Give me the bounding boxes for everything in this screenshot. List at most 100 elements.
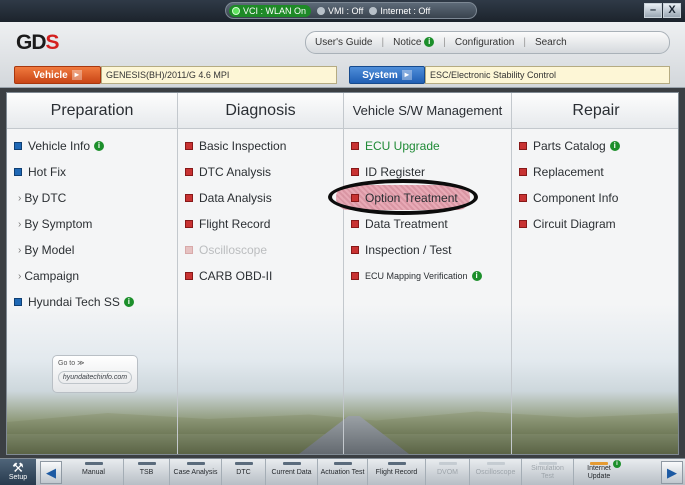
setup-button[interactable]: ⚒ Setup (0, 459, 36, 485)
info-badge-icon: i (471, 271, 482, 281)
info-badge-icon: i (424, 37, 435, 48)
column-title: Vehicle S/W Management (344, 93, 511, 129)
search-link[interactable]: Search (526, 37, 576, 48)
users-guide-link[interactable]: User's Guide (306, 37, 382, 48)
tool-case-analysis[interactable]: Case Analysis (170, 459, 222, 485)
column-title: Diagnosis (178, 93, 343, 129)
tool-tsb[interactable]: TSB (124, 459, 170, 485)
arrow-right-icon: ▸ (71, 70, 82, 80)
bullet-icon (185, 246, 193, 254)
menu-item-by-dtc[interactable]: › By DTC (7, 185, 177, 211)
bullet-icon (185, 194, 193, 202)
bullet-icon (185, 220, 193, 228)
bullet-icon (519, 220, 527, 228)
bullet-icon (351, 168, 359, 176)
menu-item-vehicle-info[interactable]: Vehicle Info i (7, 133, 177, 159)
menu-item-dtc-analysis[interactable]: DTC Analysis (178, 159, 343, 185)
title-bar: VCI : WLAN On VMI : Off Internet : Off –… (0, 0, 685, 22)
column-title: Repair (512, 93, 678, 129)
toolbar-next-button[interactable]: ▶ (661, 461, 683, 484)
tool-flight-record[interactable]: Flight Record (368, 459, 426, 485)
internet-status: Internet : Off (369, 6, 430, 16)
bullet-icon (14, 168, 22, 176)
bullet-icon (185, 168, 193, 176)
menu-item-hyundai-tech-ss[interactable]: Hyundai Tech SS i (7, 289, 177, 315)
bullet-icon (519, 142, 527, 150)
bullet-icon (351, 220, 359, 228)
sub-arrow-icon: › (18, 270, 22, 282)
vehicle-field[interactable]: GENESIS(BH)/2011/G 4.6 MPI (101, 66, 337, 84)
bullet-icon (185, 142, 193, 150)
bullet-icon (351, 246, 359, 254)
window-controls: – X (643, 3, 681, 18)
tool-simulation-test: Simulation Test (522, 459, 574, 485)
info-badge-icon: i (609, 141, 620, 151)
menu-item-carb-obd-ii[interactable]: CARB OBD-II (178, 263, 343, 289)
bottom-toolbar: ⚒ Setup ◀ Manual TSB Case Analysis DTC C… (0, 458, 685, 485)
tool-current-data[interactable]: Current Data (266, 459, 318, 485)
vci-status-icon (232, 6, 240, 15)
menu-item-by-model[interactable]: › By Model (7, 237, 177, 263)
menu-item-data-treatment[interactable]: Data Treatment (344, 211, 511, 237)
menu-item-data-analysis[interactable]: Data Analysis (178, 185, 343, 211)
preparation-column: Preparation Vehicle Info i Hot Fix › By … (7, 93, 178, 454)
connection-status-bar: VCI : WLAN On VMI : Off Internet : Off (225, 2, 477, 19)
menu-item-oscilloscope: Oscilloscope (178, 237, 343, 263)
menu-item-basic-inspection[interactable]: Basic Inspection (178, 133, 343, 159)
bullet-icon (351, 194, 359, 202)
column-title: Preparation (7, 93, 177, 129)
sub-arrow-icon: › (18, 244, 22, 256)
vci-status: VCI : WLAN On (229, 4, 312, 17)
tool-oscilloscope: Oscilloscope (470, 459, 522, 485)
info-badge-icon: i (94, 141, 105, 151)
info-badge-icon: i (123, 297, 134, 307)
notice-link[interactable]: Notice i (384, 37, 443, 48)
toolbar-prev-button[interactable]: ◀ (40, 461, 62, 484)
menu-item-campaign[interactable]: › Campaign (7, 263, 177, 289)
close-button[interactable]: X (663, 3, 681, 18)
hyundai-techinfo-link[interactable]: Go to ≫ hyundaitechinfo.com (52, 355, 138, 393)
diagnosis-column: Diagnosis Basic Inspection DTC Analysis … (178, 93, 344, 454)
tool-internet-update[interactable]: Internet Update i (574, 459, 624, 485)
menu-item-parts-catalog[interactable]: Parts Catalog i (512, 133, 678, 159)
bullet-icon (14, 298, 22, 306)
menu-item-flight-record[interactable]: Flight Record (178, 211, 343, 237)
configuration-link[interactable]: Configuration (446, 37, 523, 48)
app-header: GDS User's Guide | Notice i | Configurat… (0, 22, 685, 88)
menu-item-hot-fix[interactable]: Hot Fix (7, 159, 177, 185)
menu-item-inspection-test[interactable]: Inspection / Test (344, 237, 511, 263)
tool-actuation-test[interactable]: Actuation Test (318, 459, 368, 485)
system-field[interactable]: ESC/Electronic Stability Control (425, 66, 670, 84)
menu-item-component-info[interactable]: Component Info (512, 185, 678, 211)
repair-column: Repair Parts Catalog i Replacement Compo… (512, 93, 678, 454)
vehicle-sw-management-column: Vehicle S/W Management ECU Upgrade ID Re… (328, 93, 512, 454)
bullet-icon (351, 272, 359, 280)
sub-arrow-icon: › (18, 192, 22, 204)
vmi-status-icon (317, 6, 326, 15)
menu-item-ecu-upgrade[interactable]: ECU Upgrade (344, 133, 511, 159)
menu-item-replacement[interactable]: Replacement (512, 159, 678, 185)
main-menu-panel: Preparation Vehicle Info i Hot Fix › By … (6, 92, 679, 455)
menu-item-option-treatment[interactable]: Option Treatment (328, 179, 511, 215)
menu-item-circuit-diagram[interactable]: Circuit Diagram (512, 211, 678, 237)
bullet-icon (519, 168, 527, 176)
bullet-icon (351, 142, 359, 150)
setup-icon: ⚒ (12, 460, 24, 475)
arrow-right-icon: ▸ (401, 70, 412, 80)
vmi-status: VMI : Off (317, 6, 363, 16)
bullet-icon (519, 194, 527, 202)
menu-item-ecu-mapping-verification[interactable]: ECU Mapping Verification i (344, 263, 511, 289)
minimize-button[interactable]: – (644, 3, 662, 18)
bullet-icon (14, 142, 22, 150)
top-navigation: User's Guide | Notice i | Configuration … (305, 31, 670, 54)
system-button[interactable]: System ▸ (349, 66, 425, 84)
tool-dtc[interactable]: DTC (222, 459, 266, 485)
toolbar-tools: Manual TSB Case Analysis DTC Current Dat… (64, 459, 660, 485)
tool-manual[interactable]: Manual (64, 459, 124, 485)
vehicle-button[interactable]: Vehicle ▸ (14, 66, 101, 84)
menu-item-by-symptom[interactable]: › By Symptom (7, 211, 177, 237)
bullet-icon (185, 272, 193, 280)
info-badge-icon: i (613, 460, 621, 468)
tool-dvom: DVOM (426, 459, 470, 485)
sub-arrow-icon: › (18, 218, 22, 230)
